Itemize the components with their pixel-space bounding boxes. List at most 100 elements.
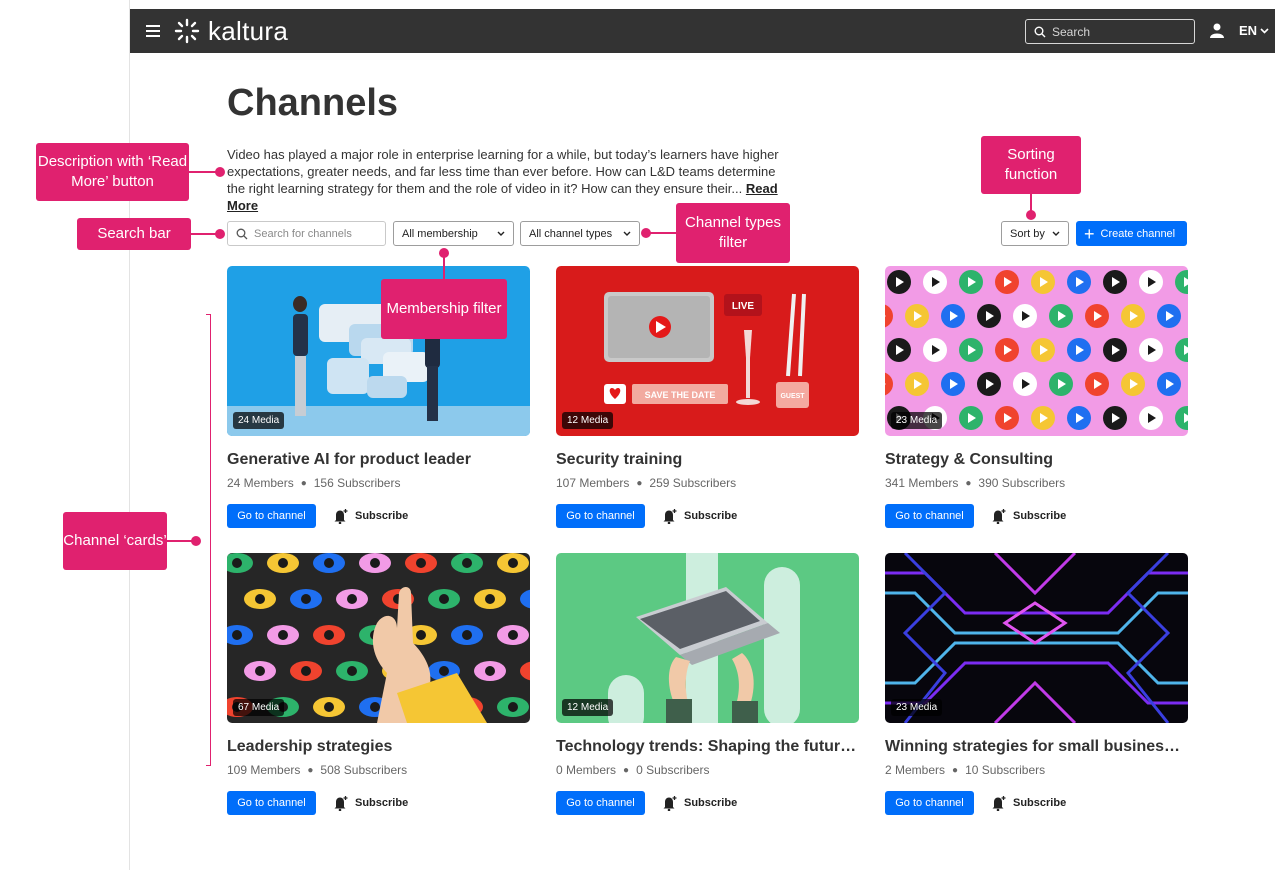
subscriber-count: 390 Subscribers <box>978 476 1066 490</box>
subscribe-label: Subscribe <box>1013 797 1067 809</box>
subscribe-button[interactable]: Subscribe <box>333 795 408 811</box>
annotation-description: Description with ‘Read More’ button <box>36 143 189 201</box>
separator-dot: ● <box>965 477 972 489</box>
channel-title[interactable]: Generative AI for product leader <box>227 451 530 469</box>
subscriber-count: 0 Subscribers <box>636 763 710 777</box>
chevron-down-icon <box>623 231 631 236</box>
card-actions: Go to channel Subscribe <box>227 791 530 815</box>
annotation-pointer-dot <box>191 536 201 546</box>
channel-thumbnail[interactable]: LIVE GUEST SAVE THE DATE 12 Media <box>556 266 859 436</box>
media-count-badge: 12 Media <box>562 412 614 429</box>
channel-thumbnail[interactable]: 12 Media <box>556 553 859 723</box>
channel-card: 23 Media Strategy & Consulting 341 Membe… <box>885 266 1188 528</box>
separator-dot: ● <box>300 477 307 489</box>
kaltura-logo[interactable]: kaltura <box>174 16 288 46</box>
plus-icon: + <box>1084 223 1095 244</box>
card-actions: Go to channel Subscribe <box>556 791 859 815</box>
annotation-pointer-dot <box>439 248 449 258</box>
channel-search-input[interactable] <box>254 227 379 240</box>
annotation-bracket-bottom <box>206 765 211 766</box>
annotation-pointer-dot <box>641 228 651 238</box>
bell-plus-icon <box>992 796 1006 811</box>
description-text: Video has played a major role in enterpr… <box>227 147 779 196</box>
chevron-down-icon <box>1052 231 1060 236</box>
thumbnail-image-eye-pattern <box>227 553 530 723</box>
annotation-pointer-dot <box>1026 210 1036 220</box>
membership-filter-dropdown[interactable]: All membership <box>393 221 514 246</box>
annotation-pointer-dot <box>215 229 225 239</box>
language-selector[interactable]: EN <box>1239 23 1269 38</box>
annotation-pointer-dot <box>215 167 225 177</box>
card-actions: Go to channel Subscribe <box>556 504 859 528</box>
member-count: 2 Members <box>885 763 946 777</box>
member-count: 24 Members <box>227 476 294 490</box>
left-rail <box>0 0 130 870</box>
go-to-channel-button[interactable]: Go to channel <box>556 504 645 528</box>
page-title: Channels <box>227 82 399 124</box>
channel-title[interactable]: Security training <box>556 451 859 469</box>
thumbnail-image-laptop <box>556 553 859 723</box>
media-count-badge: 12 Media <box>562 699 614 716</box>
channel-card: 67 Media Leadership strategies 109 Membe… <box>227 553 530 815</box>
channel-search-box[interactable] <box>227 221 386 246</box>
annotation-connector <box>648 232 676 234</box>
media-count-badge: 24 Media <box>233 412 285 429</box>
card-actions: Go to channel Subscribe <box>885 791 1188 815</box>
media-count-badge: 23 Media <box>891 412 943 429</box>
user-icon[interactable] <box>1210 23 1224 43</box>
channel-thumbnail[interactable]: 67 Media <box>227 553 530 723</box>
channel-thumbnail[interactable]: 23 Media <box>885 266 1188 436</box>
channel-title[interactable]: Leadership strategies <box>227 738 530 756</box>
search-icon <box>1034 26 1046 37</box>
global-search-input[interactable] <box>1052 24 1182 39</box>
global-search-box[interactable] <box>1025 19 1195 44</box>
channel-thumbnail[interactable]: 23 Media <box>885 553 1188 723</box>
search-icon <box>236 228 248 239</box>
subscribe-button[interactable]: Subscribe <box>662 508 737 524</box>
member-count: 107 Members <box>556 476 630 490</box>
bell-plus-icon <box>992 509 1006 524</box>
channel-type-filter-dropdown[interactable]: All channel types <box>520 221 640 246</box>
go-to-channel-button[interactable]: Go to channel <box>885 791 974 815</box>
membership-filter-label: All membership <box>402 227 478 240</box>
live-label: LIVE <box>732 301 755 312</box>
sort-by-dropdown[interactable]: Sort by <box>1001 221 1069 246</box>
bell-plus-icon <box>334 509 348 524</box>
subscriber-count: 259 Subscribers <box>649 476 737 490</box>
annotation-channel-cards: Channel ‘cards’ <box>63 512 167 570</box>
subscriber-count: 156 Subscribers <box>313 476 401 490</box>
language-label: EN <box>1239 23 1258 38</box>
channel-stats: 24 Members ● 156 Subscribers <box>227 476 530 490</box>
go-to-channel-button[interactable]: Go to channel <box>227 791 316 815</box>
bell-plus-icon <box>663 509 677 524</box>
channel-card: 12 Media Technology trends: Shaping the … <box>556 553 859 815</box>
subscribe-button[interactable]: Subscribe <box>991 795 1066 811</box>
channel-title[interactable]: Strategy & Consulting <box>885 451 1188 469</box>
go-to-channel-button[interactable]: Go to channel <box>556 791 645 815</box>
create-channel-button[interactable]: + Create channel <box>1076 221 1187 246</box>
subscribe-label: Subscribe <box>684 797 738 809</box>
channel-stats: 341 Members ● 390 Subscribers <box>885 476 1188 490</box>
member-count: 0 Members <box>556 763 617 777</box>
go-to-channel-button[interactable]: Go to channel <box>885 504 974 528</box>
go-to-channel-button[interactable]: Go to channel <box>227 504 316 528</box>
separator-dot: ● <box>636 477 643 489</box>
channel-stats: 0 Members ● 0 Subscribers <box>556 763 859 777</box>
subscribe-button[interactable]: Subscribe <box>662 795 737 811</box>
separator-dot: ● <box>952 764 959 776</box>
channel-card: 23 Media Winning strategies for small bu… <box>885 553 1188 815</box>
separator-dot: ● <box>307 764 314 776</box>
hamburger-menu-icon[interactable] <box>146 22 160 40</box>
subscriber-count: 508 Subscribers <box>320 763 408 777</box>
subscribe-button[interactable]: Subscribe <box>333 508 408 524</box>
chevron-down-icon <box>497 231 505 236</box>
channel-title[interactable]: Technology trends: Shaping the future en… <box>556 738 859 756</box>
subscribe-button[interactable]: Subscribe <box>991 508 1066 524</box>
media-count-badge: 23 Media <box>891 699 943 716</box>
logo-text: kaltura <box>208 15 289 46</box>
channel-title[interactable]: Winning strategies for small businesses <box>885 738 1188 756</box>
subscribe-label: Subscribe <box>355 797 409 809</box>
channel-stats: 109 Members ● 508 Subscribers <box>227 763 530 777</box>
thumbnail-image-neon-geometry <box>885 553 1188 723</box>
annotation-search-bar: Search bar <box>77 218 191 250</box>
